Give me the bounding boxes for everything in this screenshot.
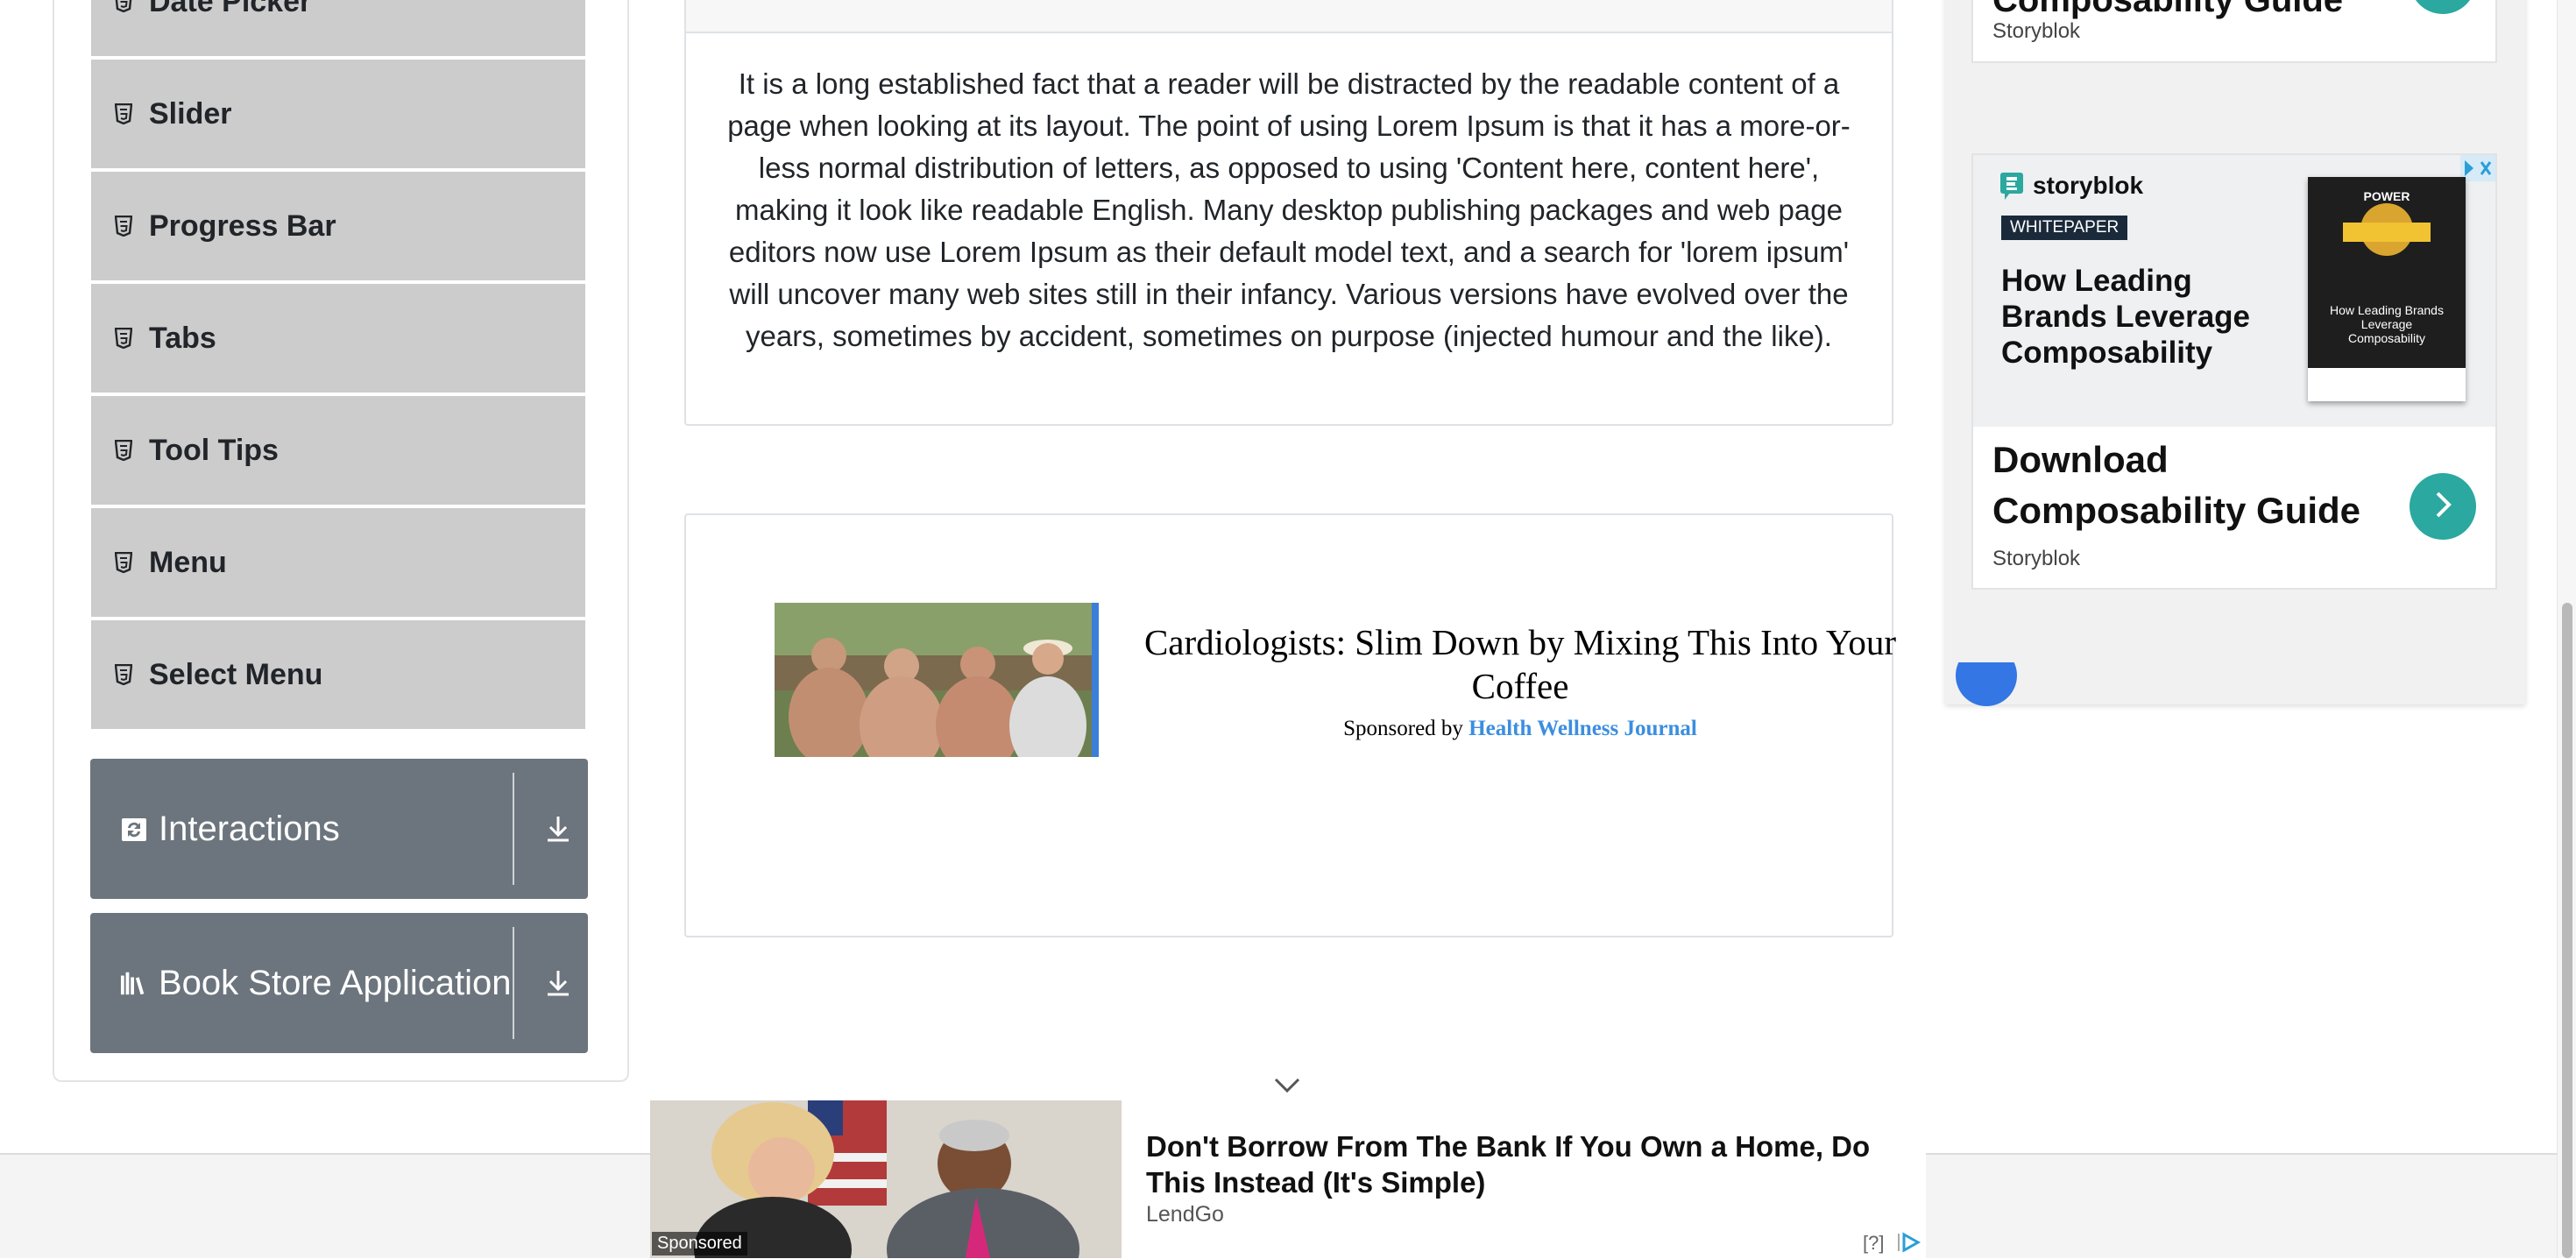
html5-icon [114,439,133,462]
sidebar-item-label: Tool Tips [149,433,279,467]
group-header-book-store[interactable]: Book Store Application [90,913,588,1053]
interactions-icon [120,815,148,843]
ad-choices-icon[interactable] [2460,155,2495,181]
sidebar-item-date-picker[interactable]: Date Picker [91,0,585,56]
sidebar-item-tool-tips[interactable]: Tool Tips [91,396,585,505]
ad-choices-icon[interactable] [1896,1230,1922,1255]
article-card-header [684,0,1893,33]
html5-icon [114,327,133,350]
right-ad-top-card-title: Composability Guide [1992,0,2344,19]
sidebar-item-label: Slider [149,96,232,131]
article-body: It is a long established fact that a rea… [727,67,1851,352]
right-ad-cta-text[interactable]: Download Composability Guide [1992,435,2387,536]
storyblok-logo: storyblok [1999,172,2143,200]
html5-icon [114,0,133,13]
sponsor-link[interactable]: Health Wellness Journal [1468,717,1697,740]
right-ad-brand: Storyblok [1992,547,2081,570]
book-store-icon [120,969,148,997]
partial-circle-button[interactable] [1956,662,2017,717]
sidebar-item-label: Date Picker [149,0,312,18]
ad-help-link[interactable]: [?] [1863,1232,1884,1255]
inline-ad-title[interactable]: Cardiologists: Slim Down by Mixing This … [1139,620,1901,708]
sidebar-item-tabs[interactable]: Tabs [91,284,585,393]
whitepaper-cover-footer [2308,368,2466,401]
html5-icon [114,215,133,237]
inline-ad-sponsor-line: Sponsored by Health Wellness Journal [1139,717,1901,741]
whitepaper-badge: WHITEPAPER [2001,216,2128,240]
scrollbar-thumb[interactable] [2562,603,2572,1258]
group-label: Interactions [159,809,340,848]
html5-icon [114,103,133,125]
html5-icon [114,551,133,574]
download-icon[interactable] [541,811,576,846]
sidebar-item-label: Tabs [149,321,216,355]
bottom-ad-source: LendGo [1146,1202,1224,1227]
whitepaper-cover-subtitle: How Leading Brands Leverage Composabilit… [2330,303,2444,345]
bottom-ad-title[interactable]: Don't Borrow From The Bank If You Own a … [1146,1128,1926,1200]
sidebar-item-label: Select Menu [149,657,323,691]
group-header-interactions[interactable]: Interactions [90,759,588,899]
divider [513,927,514,1039]
sidebar-item-slider[interactable]: Slider [91,60,585,168]
sponsored-by-label: Sponsored by [1343,717,1463,740]
right-ad-top-card-brand: Storyblok [1992,19,2081,43]
right-ad-arrow-button[interactable] [2410,473,2476,540]
download-icon[interactable] [541,965,576,1001]
divider [513,773,514,885]
collapse-chevron-icon[interactable] [1272,1076,1302,1095]
storyblok-logo-text: storyblok [2033,172,2144,199]
sidebar-item-select-menu[interactable]: Select Menu [91,620,585,729]
html5-icon [114,663,133,686]
right-ad-headline: How Leading Brands Leverage Composabilit… [2001,264,2251,370]
sidebar-item-menu[interactable]: Menu [91,508,585,617]
sponsored-label: Sponsored [652,1232,747,1255]
chevron-right-icon [2430,490,2456,524]
sidebar-item-progress-bar[interactable]: Progress Bar [91,172,585,280]
sidebar-item-label: Menu [149,545,227,579]
whitepaper-cover-title: POWER [2363,189,2410,203]
sidebar-item-label: Progress Bar [149,209,336,243]
inline-ad-image[interactable] [775,603,1099,757]
group-label: Book Store Application [159,963,512,1002]
